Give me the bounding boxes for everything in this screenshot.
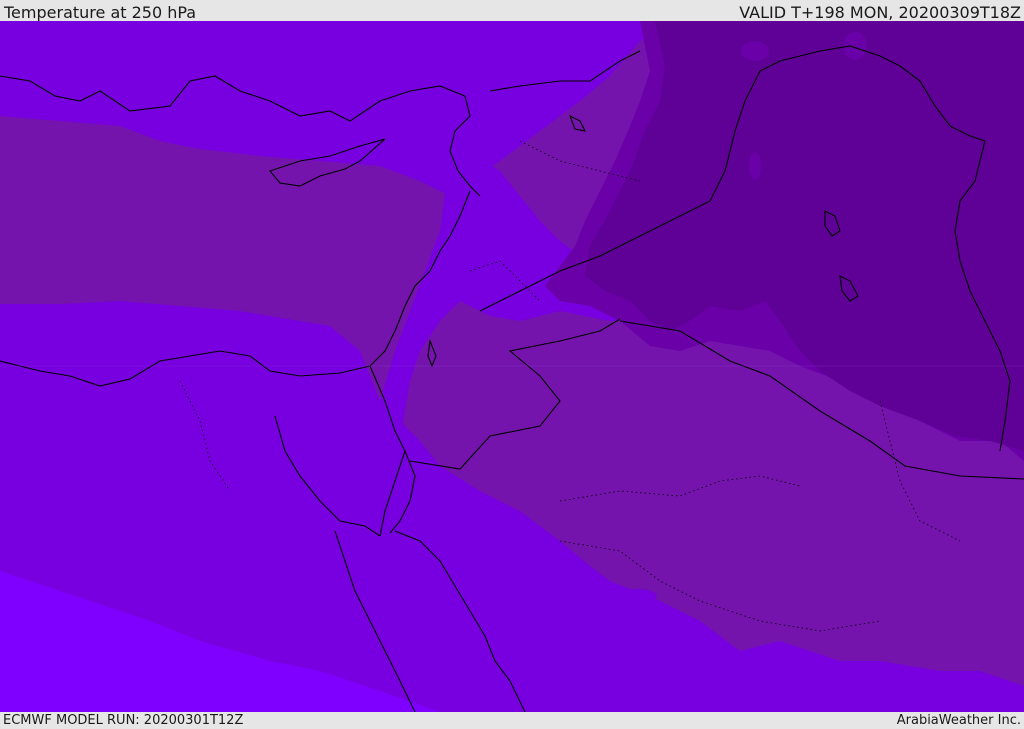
map-footer: ECMWF MODEL RUN: 20200301T12Z ArabiaWeat… <box>0 712 1024 729</box>
map-title: Temperature at 250 hPa <box>4 3 197 21</box>
credit-label: ArabiaWeather Inc. <box>896 713 1021 728</box>
temperature-map-svg <box>0 21 1024 712</box>
map-canvas[interactable] <box>0 21 1024 712</box>
map-header: Temperature at 250 hPa VALID T+198 MON, … <box>0 0 1024 21</box>
band-patch-1 <box>843 32 867 60</box>
band-patch-3 <box>749 152 761 180</box>
model-run-label: ECMWF MODEL RUN: 20200301T12Z <box>3 713 244 728</box>
weather-map-frame: Temperature at 250 hPa VALID T+198 MON, … <box>0 0 1024 729</box>
band-patch-4 <box>613 589 657 603</box>
band-patch-2 <box>741 41 769 61</box>
valid-time-label: VALID T+198 MON, 20200309T18Z <box>739 3 1021 21</box>
